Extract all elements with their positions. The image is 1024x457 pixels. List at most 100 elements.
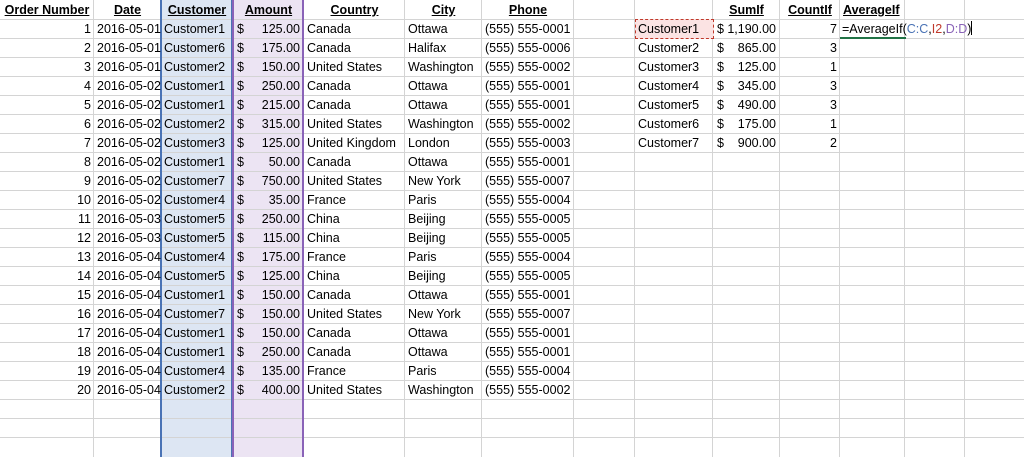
header-date[interactable]: Date (97, 1, 158, 20)
order-number-cell[interactable]: 20 (3, 381, 91, 400)
customer-cell[interactable]: Customer5 (164, 267, 230, 286)
header-city[interactable]: City (408, 1, 479, 20)
date-cell[interactable]: 2016-05-04 (97, 324, 161, 343)
date-cell[interactable]: 2016-05-02 (97, 96, 161, 115)
phone-cell[interactable]: (555) 555-0005 (485, 267, 571, 286)
summary-customer-cell[interactable]: Customer5 (638, 96, 710, 115)
sumif-cell[interactable]: $900.00 (713, 134, 780, 153)
sumif-cell[interactable]: $490.00 (713, 96, 780, 115)
formula-edit-text[interactable]: =AverageIf(C:C,I2,D:D) (842, 20, 973, 39)
order-number-cell[interactable]: 17 (3, 324, 91, 343)
city-cell[interactable]: Ottawa (408, 20, 479, 39)
country-cell[interactable]: Canada (307, 96, 402, 115)
country-cell[interactable]: China (307, 229, 402, 248)
order-number-cell[interactable]: 12 (3, 229, 91, 248)
customer-cell[interactable]: Customer4 (164, 362, 230, 381)
amount-cell[interactable]: $150.00 (233, 58, 304, 77)
sumif-cell[interactable]: $125.00 (713, 58, 780, 77)
customer-cell[interactable]: Customer1 (164, 96, 230, 115)
header-averageif[interactable]: AverageIf (843, 1, 902, 20)
order-number-cell[interactable]: 3 (3, 58, 91, 77)
order-number-cell[interactable]: 2 (3, 39, 91, 58)
phone-cell[interactable]: (555) 555-0001 (485, 96, 571, 115)
amount-cell[interactable]: $250.00 (233, 343, 304, 362)
customer-cell[interactable]: Customer1 (164, 20, 230, 39)
date-cell[interactable]: 2016-05-02 (97, 172, 161, 191)
country-cell[interactable]: Canada (307, 77, 402, 96)
date-cell[interactable]: 2016-05-01 (97, 39, 161, 58)
city-cell[interactable]: New York (408, 172, 479, 191)
date-cell[interactable]: 2016-05-03 (97, 210, 161, 229)
phone-cell[interactable]: (555) 555-0005 (485, 210, 571, 229)
amount-cell[interactable]: $150.00 (233, 286, 304, 305)
phone-cell[interactable]: (555) 555-0001 (485, 286, 571, 305)
date-cell[interactable]: 2016-05-01 (97, 20, 161, 39)
customer-cell[interactable]: Customer1 (164, 343, 230, 362)
phone-cell[interactable]: (555) 555-0002 (485, 381, 571, 400)
order-number-cell[interactable]: 6 (3, 115, 91, 134)
country-cell[interactable]: United States (307, 172, 402, 191)
customer-cell[interactable]: Customer7 (164, 305, 230, 324)
city-cell[interactable]: Washington (408, 381, 479, 400)
date-cell[interactable]: 2016-05-02 (97, 191, 161, 210)
order-number-cell[interactable]: 5 (3, 96, 91, 115)
phone-cell[interactable]: (555) 555-0001 (485, 324, 571, 343)
countif-cell[interactable]: 1 (783, 58, 837, 77)
date-cell[interactable]: 2016-05-04 (97, 305, 161, 324)
date-cell[interactable]: 2016-05-02 (97, 115, 161, 134)
date-cell[interactable]: 2016-05-04 (97, 381, 161, 400)
customer-cell[interactable]: Customer3 (164, 134, 230, 153)
amount-cell[interactable]: $125.00 (233, 134, 304, 153)
city-cell[interactable]: Ottawa (408, 153, 479, 172)
summary-customer-cell[interactable]: Customer4 (638, 77, 710, 96)
phone-cell[interactable]: (555) 555-0005 (485, 229, 571, 248)
city-cell[interactable]: Beijing (408, 267, 479, 286)
country-cell[interactable]: Canada (307, 153, 402, 172)
amount-cell[interactable]: $250.00 (233, 210, 304, 229)
city-cell[interactable]: Ottawa (408, 96, 479, 115)
customer-cell[interactable]: Customer5 (164, 210, 230, 229)
order-number-cell[interactable]: 13 (3, 248, 91, 267)
date-cell[interactable]: 2016-05-02 (97, 77, 161, 96)
phone-cell[interactable]: (555) 555-0001 (485, 77, 571, 96)
order-number-cell[interactable]: 15 (3, 286, 91, 305)
city-cell[interactable]: London (408, 134, 479, 153)
country-cell[interactable]: France (307, 248, 402, 267)
city-cell[interactable]: Beijing (408, 229, 479, 248)
countif-cell[interactable]: 3 (783, 96, 837, 115)
date-cell[interactable]: 2016-05-04 (97, 343, 161, 362)
customer-cell[interactable]: Customer4 (164, 248, 230, 267)
amount-cell[interactable]: $35.00 (233, 191, 304, 210)
city-cell[interactable]: Beijing (408, 210, 479, 229)
amount-cell[interactable]: $50.00 (233, 153, 304, 172)
country-cell[interactable]: China (307, 210, 402, 229)
amount-cell[interactable]: $750.00 (233, 172, 304, 191)
date-cell[interactable]: 2016-05-04 (97, 286, 161, 305)
date-cell[interactable]: 2016-05-02 (97, 134, 161, 153)
phone-cell[interactable]: (555) 555-0004 (485, 362, 571, 381)
countif-cell[interactable]: 7 (783, 20, 837, 39)
header-phone[interactable]: Phone (485, 1, 571, 20)
amount-cell[interactable]: $150.00 (233, 324, 304, 343)
country-cell[interactable]: Canada (307, 324, 402, 343)
header-sumif[interactable]: SumIf (716, 1, 777, 20)
city-cell[interactable]: Ottawa (408, 343, 479, 362)
city-cell[interactable]: Ottawa (408, 77, 479, 96)
phone-cell[interactable]: (555) 555-0001 (485, 153, 571, 172)
customer-cell[interactable]: Customer2 (164, 58, 230, 77)
country-cell[interactable]: Canada (307, 286, 402, 305)
summary-customer-cell[interactable]: Customer3 (638, 58, 710, 77)
order-number-cell[interactable]: 10 (3, 191, 91, 210)
order-number-cell[interactable]: 9 (3, 172, 91, 191)
phone-cell[interactable]: (555) 555-0007 (485, 305, 571, 324)
header-countif[interactable]: CountIf (783, 1, 837, 20)
country-cell[interactable]: United States (307, 381, 402, 400)
phone-cell[interactable]: (555) 555-0002 (485, 115, 571, 134)
header-amount[interactable]: Amount (236, 1, 301, 20)
order-number-cell[interactable]: 14 (3, 267, 91, 286)
phone-cell[interactable]: (555) 555-0001 (485, 343, 571, 362)
amount-cell[interactable]: $135.00 (233, 362, 304, 381)
customer-cell[interactable]: Customer2 (164, 381, 230, 400)
city-cell[interactable]: Paris (408, 191, 479, 210)
sumif-cell[interactable]: $175.00 (713, 115, 780, 134)
